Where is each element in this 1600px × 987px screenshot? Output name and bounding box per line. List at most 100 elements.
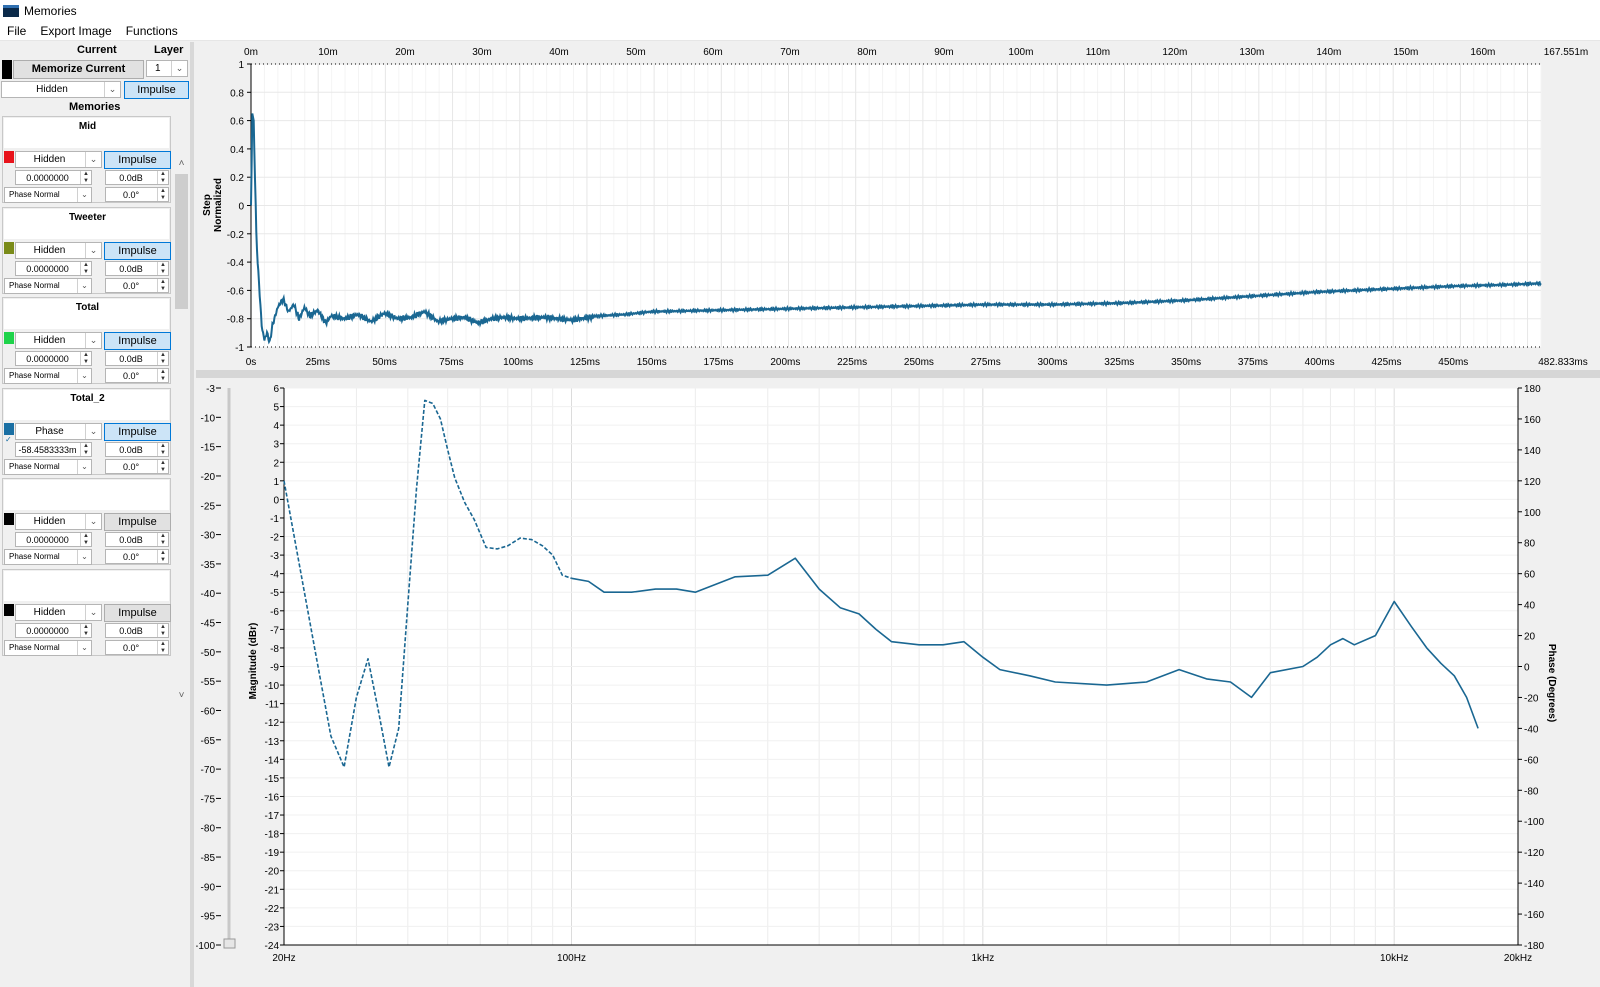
chevron-down-icon: ⌄ xyxy=(77,188,91,202)
memory-polarity-select[interactable]: Phase Normal ⌄ xyxy=(4,639,92,656)
memory-delay-spinner[interactable]: 0.0000000 ▲ ▼ xyxy=(15,260,92,276)
memorize-current-button[interactable]: Memorize Current xyxy=(13,60,144,79)
top-tick-label: 150m xyxy=(1393,47,1418,58)
memory-visibility-select[interactable]: Hidden ⌄ xyxy=(15,513,102,530)
memory-visibility-select[interactable]: Hidden ⌄ xyxy=(15,332,102,349)
current-visibility-select[interactable]: Hidden ⌄ xyxy=(1,81,121,98)
memory-polarity-select[interactable]: Phase Normal ⌄ xyxy=(4,187,92,203)
scroll-down-icon[interactable]: ˅ xyxy=(173,690,190,701)
memory-phase-spinner[interactable]: 0.0° ▲ ▼ xyxy=(105,639,169,655)
chevron-down-icon: ⌄ xyxy=(85,333,101,348)
spinner-arrows-icon[interactable]: ▲ ▼ xyxy=(80,533,91,546)
memory-color-swatch[interactable] xyxy=(4,332,14,344)
menu-functions[interactable]: Functions xyxy=(119,24,185,38)
memory-polarity-value: Phase Normal xyxy=(9,280,60,290)
y-tick-label: 0 xyxy=(238,202,244,213)
memory-delay-value: 0.0000000 xyxy=(26,625,69,636)
memory-gain-spinner[interactable]: 0.0dB ▲ ▼ xyxy=(105,170,169,185)
memory-impulse-button[interactable]: Impulse xyxy=(104,422,171,441)
memory-phase-spinner[interactable]: 0.0° ▲ ▼ xyxy=(105,187,169,202)
spinner-arrows-icon[interactable]: ▲ ▼ xyxy=(157,261,168,275)
y-tick-label: -21 xyxy=(265,885,280,896)
memory-delay-value: 0.0000000 xyxy=(26,263,69,274)
menu-export-image[interactable]: Export Image xyxy=(33,24,118,38)
title-bar: Memories xyxy=(0,0,1600,21)
outer-tick-label: -25 xyxy=(201,501,216,512)
memory-delay-spinner[interactable]: 0.0000000 ▲ ▼ xyxy=(15,351,92,366)
memory-gain-spinner[interactable]: 0.0dB ▲ ▼ xyxy=(105,532,169,547)
top-tick-label: 30m xyxy=(472,47,491,58)
memory-phase-spinner[interactable]: 0.0° ▲ ▼ xyxy=(105,458,169,474)
memory-gain-spinner[interactable]: 0.0dB ▲ ▼ xyxy=(105,441,169,457)
horizontal-splitter[interactable] xyxy=(196,370,1600,378)
memory-impulse-button[interactable]: Impulse xyxy=(104,151,171,169)
memory-polarity-select[interactable]: Phase Normal ⌄ xyxy=(4,277,92,294)
bottom-tick-label: 175ms xyxy=(704,357,734,368)
y-axis-label-line2: Normalized xyxy=(213,178,224,232)
memory-visibility-value: Phase xyxy=(35,425,64,437)
x-tick-label: 1kHz xyxy=(971,953,994,964)
spinner-arrows-icon[interactable]: ▲ ▼ xyxy=(80,261,91,275)
x-tick-label: 20kHz xyxy=(1504,953,1532,964)
memory-polarity-select[interactable]: Phase Normal ⌄ xyxy=(4,368,92,384)
memory-polarity-select[interactable]: Phase Normal ⌄ xyxy=(4,458,92,475)
memory-phase-spinner[interactable]: 0.0° ▲ ▼ xyxy=(105,549,169,564)
top-tick-label: 10m xyxy=(318,47,337,58)
memory-visibility-select[interactable]: Hidden ⌄ xyxy=(15,151,102,168)
memories-scrollbar[interactable]: ˄ ˅ xyxy=(173,158,190,701)
current-color-swatch[interactable] xyxy=(2,60,12,79)
spinner-arrows-icon[interactable]: ▲ ▼ xyxy=(157,550,168,563)
memory-polarity-select[interactable]: Phase Normal ⌄ xyxy=(4,549,92,565)
scroll-thumb[interactable] xyxy=(175,174,188,309)
memory-impulse-button[interactable]: Impulse xyxy=(104,241,171,260)
spinner-arrows-icon[interactable]: ▲ ▼ xyxy=(157,623,168,637)
spinner-arrows-icon[interactable]: ▲ ▼ xyxy=(157,188,168,201)
spinner-arrows-icon[interactable]: ▲ ▼ xyxy=(80,352,91,365)
memory-delay-spinner[interactable]: 0.0000000 ▲ ▼ xyxy=(15,170,92,185)
layer-select[interactable]: 1 ⌄ xyxy=(146,60,188,77)
spinner-arrows-icon[interactable]: ▲ ▼ xyxy=(80,171,91,184)
memory-phase-spinner[interactable]: 0.0° ▲ ▼ xyxy=(105,368,169,383)
memory-visibility-select[interactable]: Hidden ⌄ xyxy=(15,241,102,259)
bottom-tick-label: 425ms xyxy=(1371,357,1401,368)
memory-delay-spinner[interactable]: 0.0000000 ▲ ▼ xyxy=(15,532,92,547)
memory-color-swatch[interactable] xyxy=(4,241,14,254)
spinner-arrows-icon[interactable]: ▲ ▼ xyxy=(157,459,168,473)
memory-card: Hidden ⌄ Impulse 0.0000000 ▲ ▼ 0.0dB ▲ ▼ Phase No… xyxy=(2,478,171,565)
memory-color-swatch[interactable] xyxy=(4,603,14,616)
memory-visibility-select[interactable]: Phase ⌄ xyxy=(15,422,102,440)
memory-delay-spinner[interactable]: -58.4583333m ▲ ▼ xyxy=(15,441,92,457)
memory-color-swatch[interactable] xyxy=(4,422,14,435)
memory-color-swatch[interactable] xyxy=(4,151,14,163)
spinner-arrows-icon[interactable]: ▲ ▼ xyxy=(157,352,168,365)
vertical-splitter[interactable] xyxy=(190,42,194,987)
memory-gain-spinner[interactable]: 0.0dB ▲ ▼ xyxy=(105,622,169,638)
spinner-arrows-icon[interactable]: ▲ ▼ xyxy=(157,442,168,456)
spinner-arrows-icon[interactable]: ▲ ▼ xyxy=(80,623,91,637)
spinner-arrows-icon[interactable]: ▲ ▼ xyxy=(157,369,168,382)
menu-file[interactable]: File xyxy=(0,24,33,38)
memory-impulse-button[interactable]: Impulse xyxy=(104,332,171,350)
spinner-arrows-icon[interactable]: ▲ ▼ xyxy=(157,533,168,546)
scroll-up-icon[interactable]: ˄ xyxy=(173,158,190,169)
memory-gain-spinner[interactable]: 0.0dB ▲ ▼ xyxy=(105,351,169,366)
y2-tick-label: 60 xyxy=(1524,570,1536,581)
memory-delay-value: 0.0000000 xyxy=(26,535,69,545)
memory-visibility-select[interactable]: Hidden ⌄ xyxy=(15,603,102,621)
spinner-arrows-icon[interactable]: ▲ ▼ xyxy=(157,640,168,654)
memory-gain-spinner[interactable]: 0.0dB ▲ ▼ xyxy=(105,260,169,276)
memory-impulse-button[interactable]: Impulse xyxy=(104,513,171,531)
bottom-tick-label: 0s xyxy=(246,357,257,368)
current-impulse-button[interactable]: Impulse xyxy=(124,81,189,99)
memory-phase-spinner[interactable]: 0.0° ▲ ▼ xyxy=(105,277,169,293)
memory-delay-spinner[interactable]: 0.0000000 ▲ ▼ xyxy=(15,622,92,638)
memory-card: Total Hidden ⌄ Impulse 0.0000000 ▲ ▼ 0.0dB ▲ ▼ Pha… xyxy=(2,297,171,384)
memory-color-swatch[interactable] xyxy=(4,513,14,525)
spinner-arrows-icon[interactable]: ▲ ▼ xyxy=(157,278,168,292)
spinner-arrows-icon[interactable]: ▲ ▼ xyxy=(157,171,168,184)
top-tick-label: 130m xyxy=(1239,47,1264,58)
memory-polarity-value: Phase Normal xyxy=(9,190,60,199)
spinner-arrows-icon[interactable]: ▲ ▼ xyxy=(80,442,91,456)
top-tick-label: 70m xyxy=(780,47,799,58)
memory-impulse-button[interactable]: Impulse xyxy=(104,603,171,622)
